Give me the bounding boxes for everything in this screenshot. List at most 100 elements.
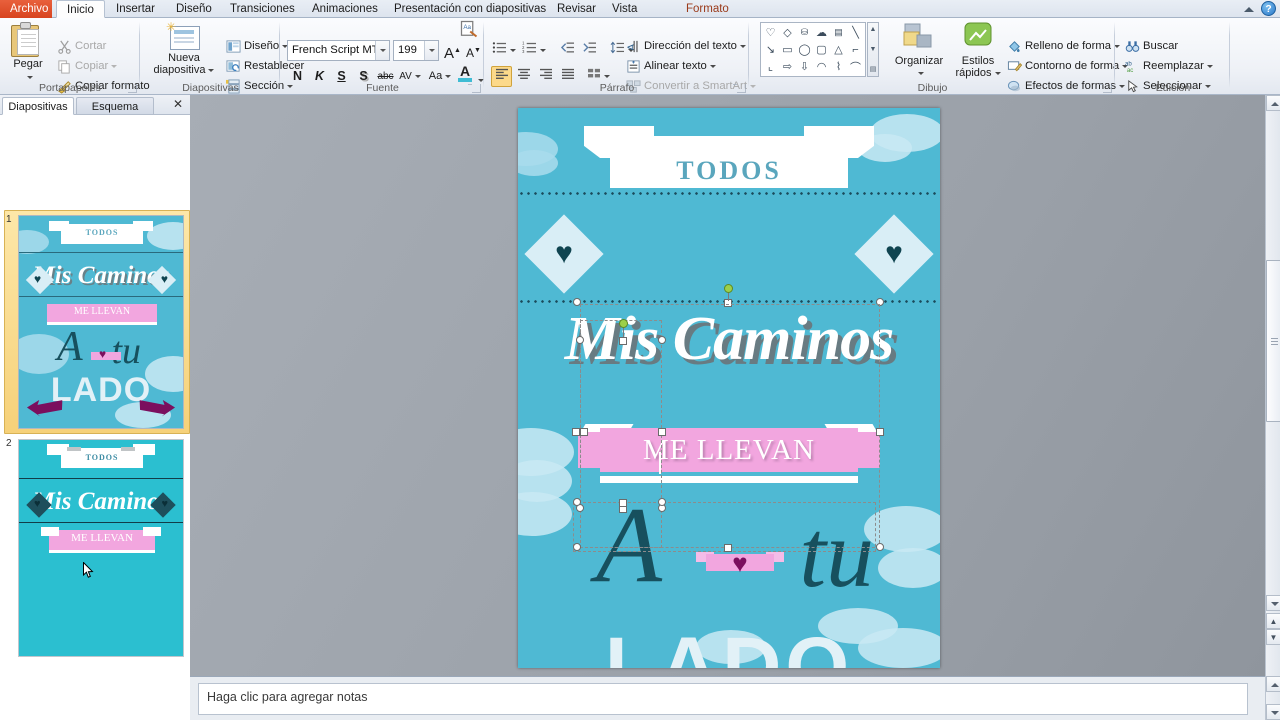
tab-esquema-pane[interactable]: Esquema [76,97,154,115]
close-pane-icon[interactable]: ✕ [171,98,185,112]
tab-formato[interactable]: Formato [676,0,739,18]
replace-button[interactable]: ab ac Reemplazar [1124,58,1216,75]
tab-archivo[interactable]: Archivo [0,0,52,18]
shapes-more-icon[interactable]: ▤ [868,64,878,75]
shape-ellipse-icon[interactable]: ◯ [796,41,813,58]
tab-diseno[interactable]: Diseño [166,0,222,18]
selection-handle[interactable] [572,428,580,436]
tab-vista[interactable]: Vista [602,0,647,18]
lado-textbox[interactable]: LADO [518,620,940,668]
shape-arrow-line-icon[interactable]: ↘ [762,41,779,58]
diamond-right-shape[interactable]: ♥ [854,214,933,293]
selection-handle[interactable] [619,499,627,507]
current-slide-canvas[interactable]: TODOS ♥ ♥ Mis Caminos ME LLEVAN A tu [518,108,940,668]
slide-editing-area[interactable]: TODOS ♥ ♥ Mis Caminos ME LLEVAN A tu [190,95,1265,676]
rotation-handle[interactable] [724,284,733,293]
shape-textbox-icon[interactable]: ▤ [830,24,847,41]
shape-triangle-icon[interactable]: △ [830,41,847,58]
shape-line-icon[interactable]: ╲ [847,24,864,41]
scrollbar-thumb[interactable] [1266,260,1280,422]
notes-scroll-down-button[interactable] [1266,704,1280,720]
bullets-button[interactable] [491,40,517,61]
selection-handle[interactable] [876,543,884,551]
thumbnail-2[interactable]: TODOS Mis Caminos ♥ ♥ ME LLEVAN [18,439,184,657]
shapes-scroll-down-icon[interactable]: ▼ [868,44,878,55]
notes-scroll-up-button[interactable] [1266,676,1280,692]
shape-curve-icon[interactable]: ⌒ [847,58,864,75]
copy-button[interactable]: Copiar [56,58,136,75]
font-size-dropdown-icon[interactable] [424,41,438,60]
cut-button[interactable]: Cortar [56,38,136,55]
portapapeles-dialog-launcher[interactable] [128,84,137,93]
shape-flowchart-icon[interactable]: ⛁ [796,24,813,41]
shrink-font-button[interactable]: A▼ [463,40,484,61]
vertical-scrollbar[interactable]: ▲ ▼ [1265,95,1280,676]
tab-diapositivas-pane[interactable]: Diapositivas [2,97,74,115]
selection-handle[interactable] [580,428,588,436]
scroll-up-button[interactable] [1266,95,1280,111]
paste-button[interactable]: Pegar [4,22,52,83]
scroll-down-button[interactable] [1266,595,1280,611]
font-name-dropdown-icon[interactable] [375,41,389,60]
selection-handle[interactable] [573,543,581,551]
selection-handle[interactable] [876,428,884,436]
clear-formatting-button[interactable]: Aa [457,19,481,42]
selection-handle[interactable] [658,498,666,506]
shape-outline-button[interactable]: Contorno de forma [1006,58,1118,75]
shape-rectangle-icon[interactable]: ▭ [779,41,796,58]
thumbnail-list[interactable]: 1 TODOS Mis Caminos ♥ ♥ ME LLEVAN [0,115,190,720]
shapes-gallery[interactable]: ♡ ◇ ⛁ ☁ ▤ ╲ ↘ ▭ ◯ ▢ △ ⌐ ⌞ ⇨ ⇩ ◠ ⌇ ⌒ [760,22,866,77]
grow-font-button[interactable]: A▲ [442,40,463,61]
increase-indent-button[interactable] [579,40,600,61]
collapse-ribbon-icon[interactable] [1242,2,1256,16]
shape-cloud-icon[interactable]: ☁ [813,24,830,41]
selection-handle[interactable] [658,336,666,344]
shape-corner-icon[interactable]: ⌞ [762,58,779,75]
tab-revisar[interactable]: Revisar [547,0,606,18]
banner-todos[interactable]: TODOS [584,126,874,188]
decrease-indent-button[interactable] [557,40,578,61]
tab-animaciones[interactable]: Animaciones [302,0,388,18]
find-button[interactable]: Buscar [1124,38,1194,55]
diamond-left-shape[interactable]: ♥ [524,214,603,293]
notes-scrollbar[interactable] [1265,676,1280,720]
shape-diamond-icon[interactable]: ◇ [779,24,796,41]
layout-button[interactable]: Diseño [225,38,279,55]
selection-handle[interactable] [619,337,627,345]
shape-fill-button[interactable]: Relleno de forma [1006,38,1112,55]
help-icon[interactable]: ? [1261,1,1276,16]
shape-block-arrow-icon[interactable]: ⇨ [779,58,796,75]
dibujo-dialog-launcher[interactable] [1103,84,1112,93]
font-name-combobox[interactable]: French Script MT [287,40,390,61]
quickstyles-button[interactable]: Estilos rápidos [952,22,1004,79]
tab-presentacion[interactable]: Presentación con diapositivas [384,0,556,18]
rotation-handle[interactable] [619,319,628,328]
arrange-button[interactable]: Organizar [888,22,950,79]
tab-transiciones[interactable]: Transiciones [220,0,305,18]
shape-down-arrow-icon[interactable]: ⇩ [796,58,813,75]
tab-insertar[interactable]: Insertar [106,0,165,18]
next-slide-button[interactable]: ▼ [1266,629,1280,645]
align-text-button[interactable]: Alinear texto [625,58,723,75]
notes-input[interactable]: Haga clic para agregar notas [198,683,1248,715]
numbering-button[interactable]: 1 2 3 [521,40,547,61]
selection-handle[interactable] [576,336,584,344]
new-slide-button[interactable]: ✳ Nueva diapositiva [147,22,221,76]
previous-slide-button[interactable]: ▲ [1266,613,1280,629]
mini-banner-heart[interactable]: ♥ [696,552,784,574]
fuente-dialog-launcher[interactable] [472,84,481,93]
shapes-scroll-up-icon[interactable]: ▲ [868,24,878,35]
font-size-combobox[interactable]: 199 [393,40,439,61]
text-direction-button[interactable]: A Dirección del texto [625,38,745,55]
shapes-gallery-scrollbar[interactable]: ▲ ▼ ▤ [867,22,879,77]
selection-handle[interactable] [573,498,581,506]
tab-inicio[interactable]: Inicio [56,0,105,18]
shape-heart-icon[interactable]: ♡ [762,24,779,41]
thumbnail-1[interactable]: TODOS Mis Caminos ♥ ♥ ME LLEVAN A tu ♥ L… [18,215,184,429]
shape-rounded-rect-icon[interactable]: ▢ [813,41,830,58]
shape-elbow-icon[interactable]: ⌐ [847,41,864,58]
selection-handle[interactable] [658,428,666,436]
selection-handle[interactable] [724,544,732,552]
parrafo-dialog-launcher[interactable] [737,84,746,93]
shape-lightning-icon[interactable]: ⌇ [830,58,847,75]
